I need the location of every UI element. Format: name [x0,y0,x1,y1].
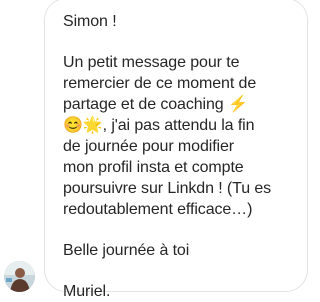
avatar[interactable] [4,261,35,292]
message-paragraph: Un petit message pour te remercier de ce… [63,52,295,220]
message-body: Simon ! Un petit message pour te remerci… [63,11,295,302]
message-signature: Muriel. [63,283,111,300]
lightning-icon: ⚡ [227,96,248,113]
message-closing: Belle journée à toi [63,242,190,259]
message-greeting: Simon ! [63,13,117,30]
avatar-image [4,261,35,292]
star-emoji-icon: 🌟 [82,117,103,134]
smile-emoji-icon: 😊 [63,117,83,134]
